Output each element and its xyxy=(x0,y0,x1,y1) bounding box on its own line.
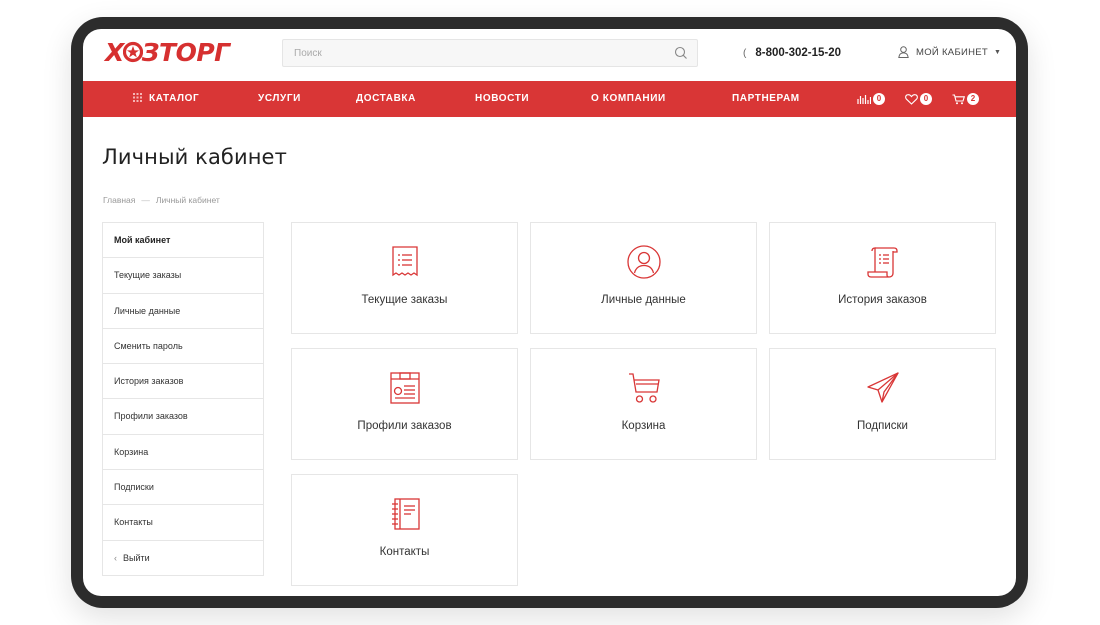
favorites-badge: 0 xyxy=(920,93,932,105)
heart-icon xyxy=(905,93,918,105)
scroll-icon xyxy=(866,247,898,278)
phone-number[interactable]: ( 8-800-302-15-20 xyxy=(743,47,841,59)
receipt-icon xyxy=(391,246,418,277)
compare-badge: 0 xyxy=(873,93,885,105)
sidebar-item-personal-data[interactable]: Личные данные xyxy=(103,294,263,329)
account-menu[interactable]: МОЙ КАБИНЕТ ▼ xyxy=(898,46,1001,58)
account-label: МОЙ КАБИНЕТ xyxy=(916,46,989,58)
card-order-profiles[interactable]: Профили заказов xyxy=(291,348,518,460)
nav-label-catalog: КАТАЛОГ xyxy=(149,93,200,104)
logo-text-rest: ЗТОРГ xyxy=(141,37,230,67)
site-logo[interactable]: Х ЗТОРГ xyxy=(105,37,230,67)
site-header: Х ЗТОРГ ( 8-800-302-15-20 xyxy=(83,29,1016,81)
nav-item-delivery[interactable]: ДОСТАВКА xyxy=(356,81,416,117)
breadcrumb-current: Личный кабинет xyxy=(155,195,220,205)
page-title: Личный кабинет xyxy=(102,145,287,169)
breadcrumb-separator: — xyxy=(141,195,150,205)
notebook-icon xyxy=(391,498,420,530)
sidebar-item-order-history[interactable]: История заказов xyxy=(103,364,263,400)
sidebar-item-cart[interactable]: Корзина xyxy=(103,435,263,471)
cart-icon xyxy=(952,93,965,104)
phone-icon: ( xyxy=(743,47,747,59)
cart-counter[interactable]: 2 xyxy=(952,93,979,105)
card-label: Личные данные xyxy=(601,294,686,306)
breadcrumb-home[interactable]: Главная xyxy=(103,195,135,205)
paper-plane-icon xyxy=(866,372,899,403)
sidebar-item-current-orders[interactable]: Текущие заказы xyxy=(103,258,263,294)
card-current-orders[interactable]: Текущие заказы xyxy=(291,222,518,334)
phone-text: 8-800-302-15-20 xyxy=(755,47,842,59)
device-frame: Х ЗТОРГ ( 8-800-302-15-20 xyxy=(71,17,1028,608)
logo-star-icon xyxy=(122,41,143,63)
card-order-history[interactable]: История заказов xyxy=(769,222,996,334)
compare-icon xyxy=(857,95,871,104)
logout-label: Выйти xyxy=(123,552,150,563)
user-icon xyxy=(898,46,909,58)
search-box xyxy=(282,39,698,67)
cart-badge: 2 xyxy=(967,93,979,105)
card-label: Контакты xyxy=(379,546,430,558)
nav-item-services[interactable]: УСЛУГИ xyxy=(258,81,301,117)
cart-icon xyxy=(628,373,660,403)
card-label: Подписки xyxy=(857,420,908,432)
chevron-down-icon: ▼ xyxy=(994,48,1002,56)
sidebar-item-my-account[interactable]: Мой кабинет xyxy=(103,223,263,259)
main-nav: КАТАЛОГ УСЛУГИ ДОСТАВКА НОВОСТИ О КОМПАН… xyxy=(83,81,1016,117)
favorites-counter[interactable]: 0 xyxy=(905,93,932,105)
card-label: Текущие заказы xyxy=(361,294,448,306)
profile-card-icon xyxy=(389,372,420,404)
nav-item-news[interactable]: НОВОСТИ xyxy=(475,81,529,117)
card-cart[interactable]: Корзина xyxy=(530,348,757,460)
chevron-left-icon: ‹ xyxy=(114,552,117,563)
compare-counter[interactable]: 0 xyxy=(857,93,885,105)
card-label: Корзина xyxy=(621,420,666,432)
search-input[interactable] xyxy=(283,40,697,66)
sidebar-item-order-profiles[interactable]: Профили заказов xyxy=(103,399,263,435)
search-icon[interactable] xyxy=(674,46,688,60)
sidebar-item-logout[interactable]: ‹ Выйти xyxy=(103,541,263,576)
sidebar-item-contacts[interactable]: Контакты xyxy=(103,505,263,541)
nav-item-about[interactable]: О КОМПАНИИ xyxy=(591,81,666,117)
breadcrumb: Главная — Личный кабинет xyxy=(103,195,220,205)
card-contacts[interactable]: Контакты xyxy=(291,474,518,586)
card-personal-data[interactable]: Личные данные xyxy=(530,222,757,334)
nav-item-catalog[interactable]: КАТАЛОГ xyxy=(133,81,199,117)
grid-icon xyxy=(133,92,142,102)
card-label: Профили заказов xyxy=(357,420,452,432)
nav-item-partners[interactable]: ПАРТНЕРАМ xyxy=(732,81,800,117)
browser-screen: Х ЗТОРГ ( 8-800-302-15-20 xyxy=(83,29,1016,596)
card-label: История заказов xyxy=(838,294,927,306)
user-icon xyxy=(626,245,661,279)
logo-text: Х xyxy=(105,37,124,67)
sidebar-item-change-password[interactable]: Сменить пароль xyxy=(103,329,263,365)
sidebar-item-subscriptions[interactable]: Подписки xyxy=(103,470,263,506)
card-subscriptions[interactable]: Подписки xyxy=(769,348,996,460)
nav-counters: 0 0 2 xyxy=(857,81,993,117)
account-sidebar: Мой кабинет Текущие заказы Личные данные… xyxy=(102,222,264,576)
